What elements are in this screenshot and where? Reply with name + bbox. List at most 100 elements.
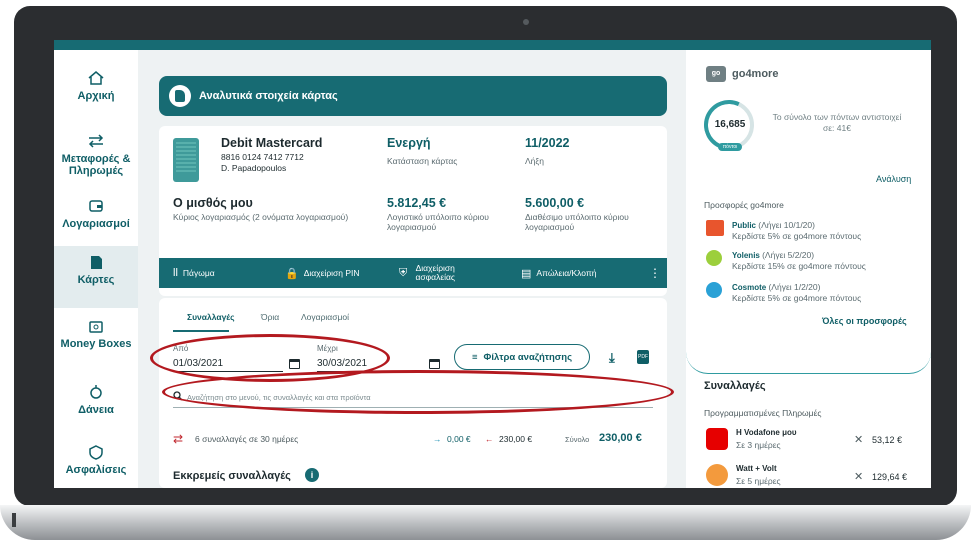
home-icon xyxy=(88,71,104,85)
manage-security-button[interactable]: ⛨ Διαχείριση ασφαλείας xyxy=(399,258,458,288)
manage-pin-button[interactable]: 🔒 Διαχείριση PIN xyxy=(285,258,360,288)
points-badge: πόντοι xyxy=(718,143,742,151)
total-value: 230,00 € xyxy=(599,432,642,444)
freeze-button[interactable]: ll Πάγωμα xyxy=(173,258,215,288)
ledger-label: Λογιστικό υπόλοιπο κύριου λογαριασμού xyxy=(387,212,489,232)
points-equivalent: Το σύνολο των πόντων αντιστοιχεί σε: 41€ xyxy=(772,112,902,133)
more-options-icon[interactable]: ⋮ xyxy=(649,258,661,288)
nav-item-cards[interactable]: Κάρτες xyxy=(54,246,138,308)
offer-desc: Κερδίστε 5% σε go4more πόντους xyxy=(732,293,862,303)
search-filters-button[interactable]: ≡ Φίλτρα αναζήτησης xyxy=(454,344,590,370)
card-name: Debit Mastercard xyxy=(221,136,323,150)
public-logo-icon xyxy=(706,220,724,236)
calendar-icon[interactable] xyxy=(429,359,440,369)
offer-brand: Public xyxy=(732,221,757,230)
info-icon[interactable]: i xyxy=(305,468,319,482)
filter-icon: ≡ xyxy=(471,351,478,363)
total-label: Σύνολο xyxy=(565,435,590,444)
payment-when: Σε 5 ημέρες xyxy=(736,476,781,486)
outgoing-amount: 230,00 € xyxy=(499,434,533,444)
card-info-panel: Debit Mastercard 8816 0124 7412 7712 D. … xyxy=(159,126,667,296)
pause-icon: ll xyxy=(173,267,178,279)
moneybox-icon xyxy=(89,321,103,333)
sidebar: Αρχική Μεταφορές & Πληρωμές Λογαριασμοί … xyxy=(54,50,138,488)
incoming-arrow-icon: → xyxy=(433,434,442,444)
manage-security-label: Διαχείριση ασφαλείας xyxy=(415,263,456,282)
nav-item-loans[interactable]: Δάνεια xyxy=(54,384,138,416)
lost-stolen-button[interactable]: ▤ Απώλεια/Κλοπή xyxy=(521,258,597,288)
outgoing-arrow-icon: ← xyxy=(485,434,494,444)
account-name: Ο μισθός μου xyxy=(173,196,253,210)
card-status-value: Ενεργή xyxy=(387,136,431,150)
nav-label: Κάρτες xyxy=(77,274,115,286)
offer-date: (Λήγει 10/1/20) xyxy=(758,220,815,230)
nav-label: Δάνεια xyxy=(78,404,114,416)
vodafone-logo-icon xyxy=(706,428,728,450)
laptop-base xyxy=(0,505,971,540)
active-tab-indicator xyxy=(173,330,229,332)
offer-date: (Λήγει 1/2/20) xyxy=(768,282,821,292)
loan-icon xyxy=(90,385,102,399)
go4more-logo: go xyxy=(706,66,726,82)
filter-label: Φίλτρα αναζήτησης xyxy=(483,351,573,363)
section-divider xyxy=(686,334,931,374)
payment-name[interactable]: Watt + Volt xyxy=(736,464,777,473)
search-highlight xyxy=(162,370,674,414)
card-lost-icon: ▤ xyxy=(521,267,532,280)
top-bar xyxy=(54,40,931,50)
webcam-icon xyxy=(523,19,529,25)
incoming-amount: 0,00 € xyxy=(447,434,471,444)
account-desc: Κύριος λογαριασμός (2 ονόματα λογαριασμο… xyxy=(173,212,349,222)
card-actions-bar: ll Πάγωμα 🔒 Διαχείριση PIN ⛨ Διαχείριση … xyxy=(159,258,667,288)
payment-name[interactable]: Η Vodafone μου xyxy=(736,428,797,437)
card-status-label: Κατάσταση κάρτας xyxy=(387,156,458,166)
card-details-header: Αναλυτικά στοιχεία κάρτας xyxy=(159,76,667,116)
close-icon[interactable]: ✕ xyxy=(854,470,863,483)
available-label: Διαθέσιμο υπόλοιπο κύριου λογαριασμού xyxy=(525,212,629,232)
nav-item-accounts[interactable]: Λογαριασμοί xyxy=(54,198,138,230)
all-offers-link[interactable]: Όλες οι προσφορές xyxy=(822,316,907,326)
offer-desc: Κερδίστε 5% σε go4more πόντους xyxy=(732,231,862,241)
nav-label: Λογαριασμοί xyxy=(62,218,130,230)
card-expiry-label: Λήξη xyxy=(525,156,544,166)
nav-item-moneyboxes[interactable]: Money Boxes xyxy=(54,318,138,350)
insurance-icon xyxy=(89,445,103,460)
card-number: 8816 0124 7412 7712 xyxy=(221,152,304,162)
app-screen: Αρχική Μεταφορές & Πληρωμές Λογαριασμοί … xyxy=(54,40,931,488)
tab-accounts[interactable]: Λογαριασμοί xyxy=(301,312,349,322)
go4more-title: go4more xyxy=(732,68,779,80)
payment-amount: 129,64 € xyxy=(872,472,908,482)
transfer-icon xyxy=(88,134,104,148)
close-icon[interactable]: ✕ xyxy=(854,433,863,446)
pdf-icon[interactable]: PDF xyxy=(637,350,649,364)
offer-cosmote[interactable]: Cosmote (Λήγει 1/2/20) xyxy=(732,282,820,292)
nav-label: Αρχική xyxy=(77,90,115,102)
manage-pin-label: Διαχείριση PIN xyxy=(303,268,360,278)
nav-item-transfers[interactable]: Μεταφορές & Πληρωμές xyxy=(54,133,138,177)
right-panel: go go4more 16,685 πόντοι Το σύνολο των π… xyxy=(686,50,931,488)
offers-title: Προσφορές go4more xyxy=(704,200,784,210)
payment-amount: 53,12 € xyxy=(872,435,903,445)
card-expiry-value: 11/2022 xyxy=(525,136,570,150)
transactions-title: Συναλλαγές xyxy=(704,380,766,392)
shield-icon: ⛨ xyxy=(399,266,408,279)
nav-label: Μεταφορές & Πληρωμές xyxy=(61,153,131,177)
wallet-icon xyxy=(89,200,103,212)
payment-when: Σε 3 ημέρες xyxy=(736,440,781,450)
download-icon[interactable]: ⤓ xyxy=(609,350,615,366)
offer-yolenis[interactable]: Yolenis (Λήγει 5/2/20) xyxy=(732,250,814,260)
tab-limits[interactable]: Όρια xyxy=(261,312,279,322)
tab-transactions[interactable]: Συναλλαγές xyxy=(187,312,235,322)
card-holder: D. Papadopoulos xyxy=(221,163,287,173)
lock-icon: 🔒 xyxy=(285,267,299,280)
freeze-label: Πάγωμα xyxy=(182,268,215,278)
transfer-arrows-icon: ⇄ xyxy=(173,432,184,446)
offer-brand: Yolenis xyxy=(732,251,760,260)
analysis-link[interactable]: Ανάλυση xyxy=(876,174,911,184)
nav-label: Ασφαλίσεις xyxy=(65,464,127,476)
offer-brand: Cosmote xyxy=(732,283,767,292)
offer-public[interactable]: Public (Λήγει 10/1/20) xyxy=(732,220,815,230)
watt-volt-logo-icon xyxy=(706,464,728,486)
nav-item-home[interactable]: Αρχική xyxy=(54,70,138,102)
nav-item-insurance[interactable]: Ασφαλίσεις xyxy=(54,444,138,476)
